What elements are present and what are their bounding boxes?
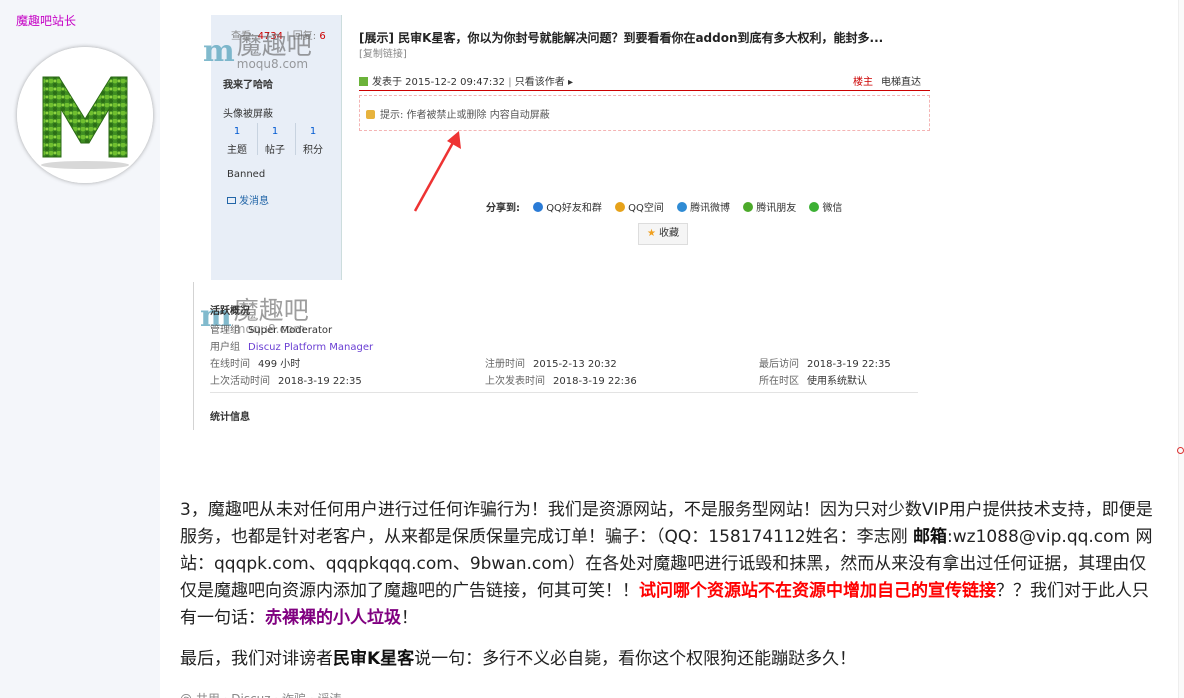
last-visit-value: 2018-3-19 22:35 xyxy=(807,359,891,370)
poster-name[interactable]: 我来了哈哈 xyxy=(223,76,273,91)
author-avatar[interactable] xyxy=(17,47,153,183)
activity-title: 活跃概况 xyxy=(210,306,250,317)
tag-links[interactable]: @ 共用 · Discuz · 诈骗 · 谣涛 xyxy=(180,690,341,698)
replies-count: 6 xyxy=(319,31,326,42)
stat-threads-label: 主题 xyxy=(227,145,247,156)
post-meta-bar: 发表于 2015-12-2 09:47:32 | 只看该作者 ▸ 楼主 电梯直达 xyxy=(359,69,930,91)
author-sidebar: 魔趣吧站长 xyxy=(0,0,160,698)
qq-friends-icon xyxy=(533,202,544,212)
avatar-blocked-text: 头像被屏蔽 xyxy=(223,109,273,120)
share-tencent-friends[interactable]: 腾讯朋友 xyxy=(756,203,796,214)
user-group-link[interactable]: Discuz Platform Manager xyxy=(248,342,373,353)
slanderer-name: 民审K星客 xyxy=(333,649,415,669)
stat-divider xyxy=(257,123,258,155)
last-active-label: 上次活动时间 xyxy=(210,376,270,387)
thread-title[interactable]: [展示] 民审K星客，你以为你封号就能解决问题？到要看看你在addon到底有多大… xyxy=(359,29,883,46)
embedded-forum-screenshot: 查看: 4734 | 回复: 6 [复制链接] 我来了哈哈 头像被屏蔽 1 主题… xyxy=(193,0,930,430)
online-status-icon xyxy=(359,77,368,86)
register-time-label: 注册时间 xyxy=(485,359,525,370)
author-name-link[interactable]: 魔趣吧站长 xyxy=(16,12,76,29)
last-post-value: 2018-3-19 22:36 xyxy=(553,376,637,387)
highlight-purple: 赤裸裸的小人垃圾 xyxy=(265,608,401,628)
embedded-post-area: 查看: 4734 | 回复: 6 [复制链接] 我来了哈哈 头像被屏蔽 1 主题… xyxy=(203,15,930,280)
share-row: 分享到: QQ好友和群 QQ空间 腾讯微博 腾讯朋友 微信 xyxy=(486,199,842,214)
envelope-icon xyxy=(227,197,236,204)
timezone-label: 所在时区 xyxy=(759,376,799,387)
leafy-m-logo-icon xyxy=(17,47,153,183)
stats-info-title: 统计信息 xyxy=(210,412,250,423)
blocked-notice-text: 提示: 作者被禁止或删除 内容自动屏蔽 xyxy=(380,110,550,121)
embedded-profile-area: m 魔趣吧 moqu8.com 活跃概况 管理组 Super Moderator … xyxy=(193,282,930,430)
stat-threads-count[interactable]: 1 xyxy=(222,126,252,137)
banned-label: Banned xyxy=(227,169,266,180)
share-wechat[interactable]: 微信 xyxy=(822,203,842,214)
last-visit-label: 最后访问 xyxy=(759,359,799,370)
red-arrow-annotation xyxy=(413,131,461,212)
send-message-label: 发消息 xyxy=(239,196,269,207)
post-time: 发表于 2015-12-2 09:47:32 xyxy=(372,77,506,88)
copy-link[interactable]: [复制链接] xyxy=(359,45,407,60)
manager-group-label: 管理组 xyxy=(210,325,240,336)
last-post-label: 上次发表时间 xyxy=(485,376,545,387)
share-qzone[interactable]: QQ空间 xyxy=(628,203,664,214)
last-active-value: 2018-3-19 22:35 xyxy=(278,376,362,387)
stat-credits-label: 积分 xyxy=(303,145,323,156)
highlight-red: 试问哪个资源站不在资源中增加自己的宣传链接 xyxy=(639,581,996,601)
send-message-link[interactable]: 发消息 xyxy=(227,192,269,207)
scrollbar[interactable] xyxy=(1178,0,1184,698)
floor-label: 楼主 xyxy=(853,77,873,88)
lock-icon xyxy=(366,110,375,119)
share-tencent-weibo[interactable]: 腾讯微博 xyxy=(690,203,730,214)
online-time-label: 在线时间 xyxy=(210,359,250,370)
register-time-value: 2015-2-13 20:32 xyxy=(533,359,617,370)
article-paragraph-3: 3，魔趣吧从未对任何用户进行过任何诈骗行为！我们是资源网站，不是服务型网站！因为… xyxy=(180,500,1153,628)
tencent-weibo-icon xyxy=(677,202,688,212)
stat-posts-count[interactable]: 1 xyxy=(260,126,290,137)
timezone-value: 使用系统默认 xyxy=(807,376,867,387)
manager-group-value: Super Moderator xyxy=(248,325,333,336)
favorite-label: 收藏 xyxy=(658,228,679,239)
stat-divider xyxy=(295,123,296,155)
watermark-en: moqu8.com xyxy=(236,57,309,71)
watermark-m-glyph: m xyxy=(203,34,235,69)
online-time-value: 499 小时 xyxy=(258,359,301,370)
share-qq-friends[interactable]: QQ好友和群 xyxy=(546,203,602,214)
article-body: 3，魔趣吧从未对任何用户进行过任何诈骗行为！我们是资源网站，不是服务型网站！因为… xyxy=(180,497,1160,687)
qzone-icon xyxy=(615,202,626,212)
tencent-friends-icon xyxy=(743,202,754,212)
watermark-logo: m 魔趣吧 moqu8.com xyxy=(203,33,312,70)
side-indicator-icon xyxy=(1177,447,1184,454)
stat-credits-count[interactable]: 1 xyxy=(298,126,328,137)
share-label: 分享到: xyxy=(486,203,520,214)
jump-floor-link[interactable]: 电梯直达 xyxy=(881,73,921,88)
user-group-label: 用户组 xyxy=(210,342,240,353)
blocked-notice-box: 提示: 作者被禁止或删除 内容自动屏蔽 xyxy=(359,95,930,131)
wechat-icon xyxy=(809,202,820,212)
stat-posts-label: 帖子 xyxy=(265,145,285,156)
star-icon: ★ xyxy=(647,228,656,239)
favorite-button[interactable]: ★ 收藏 xyxy=(638,223,688,245)
article-paragraph-final: 最后，我们对诽谤者民审K星客说一句：多行不义必自毙，看你这个权限狗还能蹦跶多久！ xyxy=(180,649,857,669)
watermark-cn: 魔趣吧 xyxy=(236,31,312,60)
divider xyxy=(210,392,918,393)
only-author-link[interactable]: 只看该作者 ▸ xyxy=(515,77,573,88)
